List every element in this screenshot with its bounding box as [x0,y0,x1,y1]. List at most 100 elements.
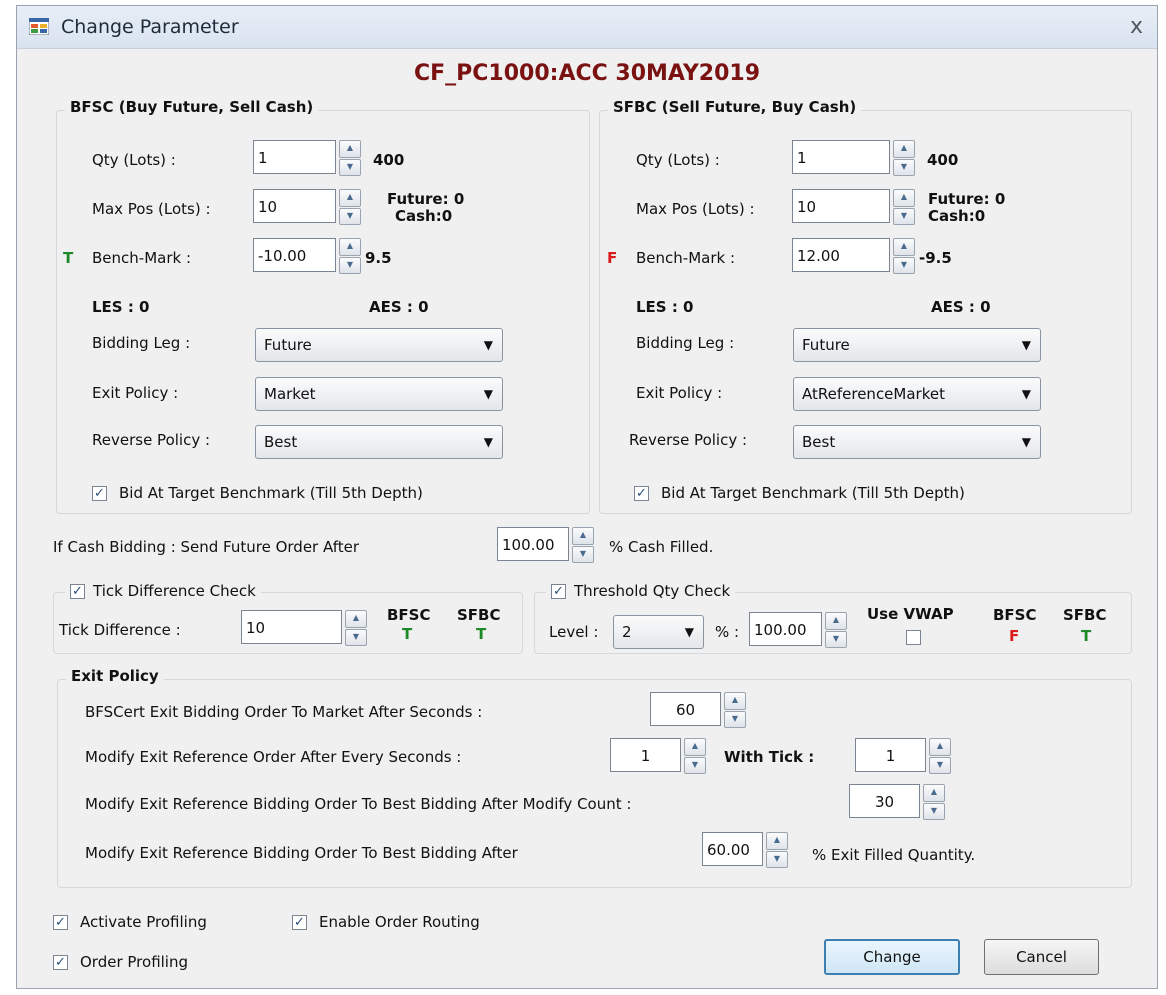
spin-up-icon[interactable]: ▲ [572,527,594,545]
order-profiling-label: Order Profiling [80,953,189,971]
with-tick-stepper[interactable]: 1 ▲ ▼ [855,738,951,774]
window-title: Change Parameter [61,16,239,38]
bfsc-cash-info: Cash:0 [395,207,453,225]
bfsc-bidding-leg-select[interactable]: Future ▼ [255,328,503,362]
threshold-level-select[interactable]: 2 ▼ [613,615,704,649]
cancel-button[interactable]: Cancel [984,939,1099,975]
tick-check-legend: Tick Difference Check [93,582,256,600]
bfsc-maxpos-value[interactable]: 10 [253,189,336,223]
sfbc-maxpos-label: Max Pos (Lots) : [636,200,755,218]
spin-down-icon[interactable]: ▼ [724,710,746,728]
spin-up-icon[interactable]: ▲ [684,738,706,756]
change-button[interactable]: Change [824,939,960,975]
spin-up-icon[interactable]: ▲ [923,784,945,802]
modify-count-stepper[interactable]: 30 ▲ ▼ [849,784,945,820]
spin-down-icon[interactable]: ▼ [339,158,361,176]
checkbox-checked-icon[interactable]: ✓ [634,485,649,501]
modify-count-value[interactable]: 30 [849,784,920,818]
spin-up-icon[interactable]: ▲ [345,610,367,628]
checkbox-checked-icon[interactable]: ✓ [53,914,68,930]
sfbc-qty-stepper[interactable]: 1 ▲ ▼ [792,140,915,176]
spin-up-icon[interactable]: ▲ [766,832,788,850]
spin-up-icon[interactable]: ▲ [825,612,847,630]
sfbc-cash-info: Cash:0 [928,207,986,225]
checkbox-checked-icon[interactable]: ✓ [551,583,566,599]
threshold-pct-value[interactable]: 100.00 [749,612,822,646]
modify-every-label: Modify Exit Reference Order After Every … [85,748,462,766]
with-tick-value[interactable]: 1 [855,738,926,772]
sfbc-benchmark-value[interactable]: 12.00 [792,238,890,272]
sfbc-maxpos-stepper[interactable]: 10 ▲ ▼ [792,189,915,225]
bfsc-exit-policy-label: Exit Policy : [92,384,179,402]
bfsc-qty-value[interactable]: 1 [253,140,336,174]
activate-profiling-checkbox[interactable]: ✓ Activate Profiling [53,913,207,931]
spin-up-icon[interactable]: ▲ [724,692,746,710]
spin-up-icon[interactable]: ▲ [339,189,361,207]
sfbc-benchmark-stepper[interactable]: 12.00 ▲ ▼ [792,238,915,274]
spin-down-icon[interactable]: ▼ [893,158,915,176]
bfsc-benchmark-value[interactable]: -10.00 [253,238,336,272]
spin-down-icon[interactable]: ▼ [572,545,594,563]
bfsc-maxpos-stepper[interactable]: 10 ▲ ▼ [253,189,361,225]
tick-check-toggle[interactable]: ✓ Tick Difference Check [65,582,261,600]
checkbox-checked-icon[interactable]: ✓ [92,485,107,501]
bfsc-benchmark-stepper[interactable]: -10.00 ▲ ▼ [253,238,361,274]
spin-down-icon[interactable]: ▼ [825,630,847,648]
enable-order-routing-checkbox[interactable]: ✓ Enable Order Routing [292,913,480,931]
close-icon[interactable]: x [1130,14,1143,39]
spin-up-icon[interactable]: ▲ [929,738,951,756]
bfsc-exit-policy-value: Market [264,385,316,403]
bfsc-flag: T [63,249,74,267]
tick-difference-value[interactable]: 10 [241,610,342,644]
bfsc-maxpos-label: Max Pos (Lots) : [92,200,211,218]
bfsc-bid-target-checkbox[interactable]: ✓ Bid At Target Benchmark (Till 5th Dept… [92,484,423,502]
bfsc-exit-policy-select[interactable]: Market ▼ [255,377,503,411]
dropdown-arrow-icon: ▼ [483,435,493,449]
modify-every-stepper[interactable]: 1 ▲ ▼ [610,738,706,774]
sfbc-bid-target-checkbox[interactable]: ✓ Bid At Target Benchmark (Till 5th Dept… [634,484,965,502]
threshold-check-toggle[interactable]: ✓ Threshold Qty Check [546,582,736,600]
dropdown-arrow-icon: ▼ [684,625,694,639]
spin-up-icon[interactable]: ▲ [893,140,915,158]
checkbox-checked-icon[interactable]: ✓ [53,954,68,970]
spin-down-icon[interactable]: ▼ [684,756,706,774]
bfsc-reverse-policy-select[interactable]: Best ▼ [255,425,503,459]
spin-down-icon[interactable]: ▼ [339,256,361,274]
spin-down-icon[interactable]: ▼ [766,850,788,868]
sfbc-maxpos-value[interactable]: 10 [792,189,890,223]
bfscert-exit-stepper[interactable]: 60 ▲ ▼ [650,692,746,728]
sfbc-reverse-policy-select[interactable]: Best ▼ [793,425,1041,459]
cash-bidding-stepper[interactable]: 100.00 ▲ ▼ [497,527,594,563]
spin-down-icon[interactable]: ▼ [345,628,367,646]
threshold-bfsc-label: BFSC [993,606,1037,624]
checkbox-checked-icon[interactable]: ✓ [292,914,307,930]
modify-count-label: Modify Exit Reference Bidding Order To B… [85,795,632,813]
spin-down-icon[interactable]: ▼ [923,802,945,820]
dropdown-arrow-icon: ▼ [1021,435,1031,449]
order-profiling-checkbox[interactable]: ✓ Order Profiling [53,953,188,971]
cash-bidding-value[interactable]: 100.00 [497,527,569,561]
checkbox-checked-icon[interactable]: ✓ [70,583,85,599]
spin-up-icon[interactable]: ▲ [339,238,361,256]
spin-up-icon[interactable]: ▲ [893,238,915,256]
spin-down-icon[interactable]: ▼ [893,256,915,274]
spin-down-icon[interactable]: ▼ [339,207,361,225]
bfsc-qty-stepper[interactable]: 1 ▲ ▼ [253,140,361,176]
sfbc-qty-value[interactable]: 1 [792,140,890,174]
spin-down-icon[interactable]: ▼ [929,756,951,774]
tick-difference-stepper[interactable]: 10 ▲ ▼ [241,610,367,646]
spin-up-icon[interactable]: ▲ [339,140,361,158]
sfbc-bidding-leg-select[interactable]: Future ▼ [793,328,1041,362]
modify-after-stepper[interactable]: 60.00 ▲ ▼ [702,832,788,868]
modify-after-value[interactable]: 60.00 [702,832,763,866]
bfscert-exit-value[interactable]: 60 [650,692,721,726]
use-vwap-checkbox[interactable] [906,630,921,645]
tick-bfsc-label: BFSC [387,606,431,624]
spin-up-icon[interactable]: ▲ [893,189,915,207]
threshold-level-label: Level : [549,623,599,641]
threshold-pct-stepper[interactable]: 100.00 ▲ ▼ [749,612,847,648]
modify-every-value[interactable]: 1 [610,738,681,772]
spin-down-icon[interactable]: ▼ [893,207,915,225]
bfsc-aes: AES : 0 [369,298,429,316]
sfbc-exit-policy-select[interactable]: AtReferenceMarket ▼ [793,377,1041,411]
